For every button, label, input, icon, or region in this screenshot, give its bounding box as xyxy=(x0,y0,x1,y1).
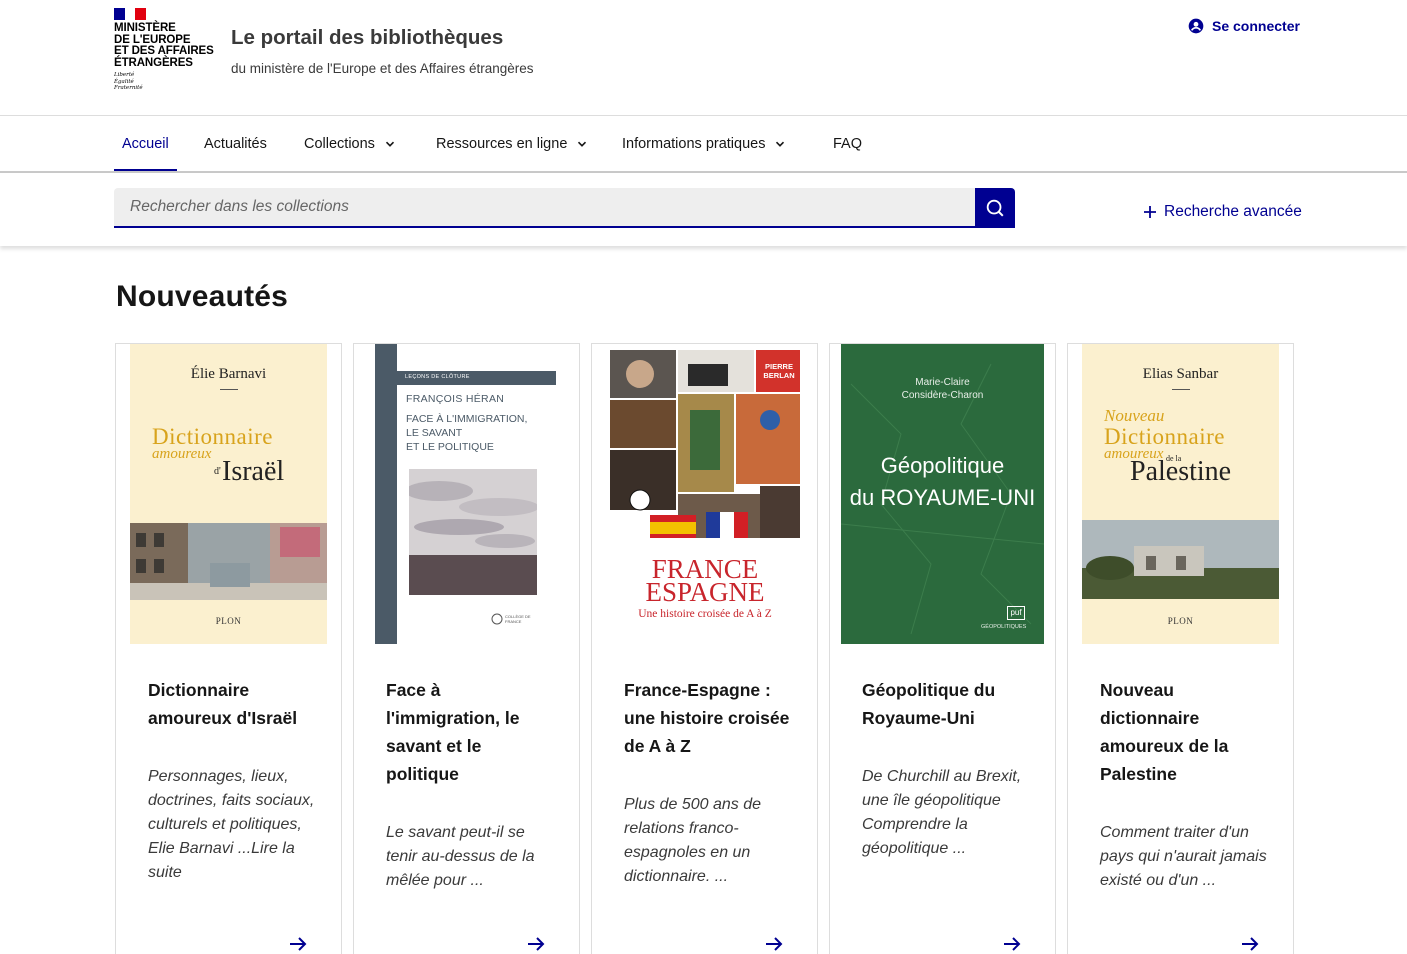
cover-line: ESPAGNE xyxy=(645,577,765,607)
cover-author: Marie-Claire Considère-Charon xyxy=(901,377,984,401)
arrow-right-icon[interactable] xyxy=(526,934,546,954)
advanced-search-link[interactable]: Recherche avancée xyxy=(1143,203,1302,221)
cover-author: Élie Barnavi xyxy=(190,366,267,382)
nav-item-faq[interactable]: FAQ xyxy=(833,116,862,171)
search-icon xyxy=(986,199,1004,217)
cover-publisher: puf xyxy=(1007,606,1025,620)
search-button[interactable] xyxy=(975,188,1015,228)
arrow-right-icon[interactable] xyxy=(764,934,784,954)
user-circle-icon xyxy=(1188,18,1204,34)
cover-author: Elias Sanbar xyxy=(1142,366,1219,382)
street-photo-image xyxy=(130,523,327,600)
cover-divider xyxy=(1172,389,1190,390)
cover-title: Géopolitique du ROYAUME-UNI xyxy=(849,453,1036,510)
cover-title: FACE À L'IMMIGRATION, LE SAVANT ET LE PO… xyxy=(406,413,528,453)
book-card[interactable]: LEÇONS DE CLÔTURE FRANÇOIS HÉRAN FACE À … xyxy=(353,343,580,954)
book-description: Personnages, lieux, doctrines, faits soc… xyxy=(148,768,315,881)
book-card[interactable]: Élie Barnavi Dictionnaire amoureux d' Is… xyxy=(115,343,342,954)
book-card[interactable]: Marie-Claire Considère-Charon Géopolitiq… xyxy=(829,343,1056,954)
nav-label: FAQ xyxy=(833,135,863,152)
book-cover-image: LEÇONS DE CLÔTURE FRANÇOIS HÉRAN FACE À … xyxy=(375,344,556,644)
nav-item-accueil[interactable]: Accueil xyxy=(114,116,177,171)
login-button[interactable]: Se connecter xyxy=(1188,18,1300,34)
book-card[interactable]: Elias Sanbar Nouveau Dictionnaire amoure… xyxy=(1067,343,1294,954)
book-cover-image: Elias Sanbar Nouveau Dictionnaire amoure… xyxy=(1082,344,1279,644)
book-cover-image: PIERRE BERLAN FRANCE ESPAGNE Une histoir… xyxy=(610,344,800,644)
book-description: Comment traiter d'un pays qui n'aurait j… xyxy=(1100,824,1267,889)
book-title[interactable]: Géopolitique du Royaume-Uni xyxy=(862,676,1032,732)
chevron-down-icon xyxy=(776,141,785,147)
book-title[interactable]: Dictionnaire amoureux d'Israël xyxy=(148,676,318,732)
main-navigation: Accueil Actualités Collections Ressource… xyxy=(0,116,1407,173)
cover-publisher: COLLÈGE DE FRANCE xyxy=(505,614,531,624)
nav-label: Ressources en ligne xyxy=(436,135,568,152)
book-description: De Churchill au Brexit, une île géopolit… xyxy=(862,768,1022,857)
arrow-right-icon[interactable] xyxy=(1002,934,1022,954)
search-bar: Recherche avancée xyxy=(0,173,1407,246)
nav-item-actualites[interactable]: Actualités xyxy=(204,116,267,171)
cover-spine xyxy=(375,344,397,644)
arrow-right-icon[interactable] xyxy=(1240,934,1260,954)
chevron-down-icon xyxy=(385,141,394,147)
section-title: Nouveautés xyxy=(116,280,289,313)
book-title[interactable]: France-Espagne : une histoire croisée de… xyxy=(624,676,794,760)
search-input[interactable] xyxy=(114,188,975,228)
cover-band-label: LEÇONS DE CLÔTURE xyxy=(405,374,470,380)
french-flag-icon xyxy=(114,8,147,20)
service-title[interactable]: Le portail des bibliothèques xyxy=(231,26,503,50)
book-cover-image: Marie-Claire Considère-Charon Géopolitiq… xyxy=(841,344,1044,644)
cover-line: Palestine xyxy=(1130,456,1232,487)
cover-subtitle: Une histoire croisée de A à Z xyxy=(638,608,772,620)
cover-author: PIERRE BERLAN xyxy=(763,362,795,380)
nav-label: Collections xyxy=(304,135,375,152)
cover-divider xyxy=(220,389,238,390)
book-title[interactable]: Face à l'immigration, le savant et le po… xyxy=(386,676,556,788)
cover-publisher: PLON xyxy=(215,616,242,626)
site-header: MINISTÈRE DE L'EUROPE ET DES AFFAIRES ÉT… xyxy=(0,0,1407,116)
cover-line: Nouveau xyxy=(1104,406,1165,425)
chevron-down-icon xyxy=(578,141,587,147)
college-seal-icon xyxy=(491,613,503,625)
ministry-name: MINISTÈRE DE L'EUROPE ET DES AFFAIRES ÉT… xyxy=(114,22,214,69)
cloud-painting-image xyxy=(409,469,537,595)
book-cover-image: Élie Barnavi Dictionnaire amoureux d' Is… xyxy=(130,344,327,644)
nav-label: Informations pratiques xyxy=(622,135,766,152)
service-tagline: du ministère de l'Europe et des Affaires… xyxy=(231,61,534,76)
nav-item-informations[interactable]: Informations pratiques xyxy=(622,116,785,171)
book-description: Plus de 500 ans de relations franco-espa… xyxy=(624,796,761,885)
plus-icon xyxy=(1144,206,1156,218)
book-card[interactable]: PIERRE BERLAN FRANCE ESPAGNE Une histoir… xyxy=(591,343,818,954)
cover-collection: GÉOPOLITIQUES xyxy=(981,624,1027,630)
book-description: Le savant peut-il se tenir au-dessus de … xyxy=(386,824,535,889)
book-title[interactable]: Nouveau dictionnaire amoureux de la Pale… xyxy=(1100,676,1270,788)
nav-item-collections[interactable]: Collections xyxy=(304,116,395,171)
arrow-right-icon[interactable] xyxy=(288,934,308,954)
cover-author: FRANÇOIS HÉRAN xyxy=(406,393,505,405)
nav-item-ressources[interactable]: Ressources en ligne xyxy=(436,116,587,171)
republic-motto: Liberté Égalité Fraternité xyxy=(114,72,143,91)
cover-line: Israël xyxy=(222,456,285,487)
login-label: Se connecter xyxy=(1212,18,1300,34)
landscape-photo-image xyxy=(1082,520,1279,599)
cover-line: amoureux xyxy=(152,446,212,462)
advanced-search-label: Recherche avancée xyxy=(1164,203,1302,220)
nav-label: Actualités xyxy=(204,135,267,152)
ministry-logo[interactable]: MINISTÈRE DE L'EUROPE ET DES AFFAIRES ÉT… xyxy=(114,8,218,102)
nav-label: Accueil xyxy=(122,135,169,152)
cover-line: d' xyxy=(214,466,221,477)
cover-publisher: PLON xyxy=(1167,616,1194,626)
